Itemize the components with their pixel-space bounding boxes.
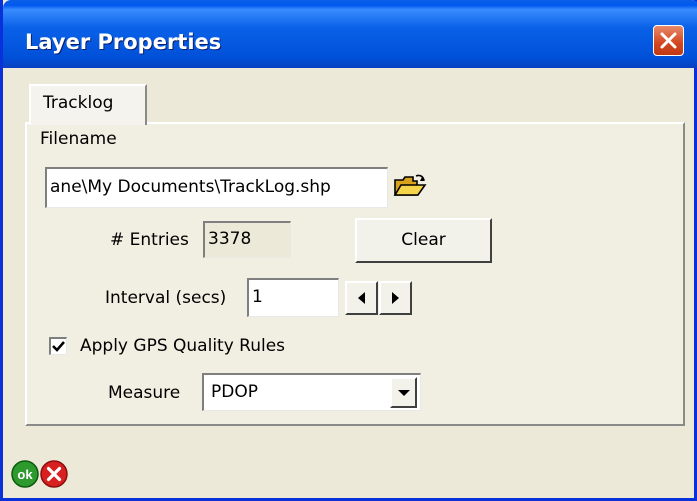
interval-input[interactable]: 1	[247, 278, 339, 317]
gps-rules-label: Apply GPS Quality Rules	[80, 336, 286, 356]
ok-button[interactable]: ok	[11, 460, 39, 488]
clear-button[interactable]: Clear	[355, 218, 492, 263]
cancel-icon	[40, 460, 68, 488]
ok-icon: ok	[11, 460, 39, 488]
entries-value: 3378	[203, 221, 291, 258]
interval-decrease-button[interactable]	[345, 281, 378, 315]
browse-button[interactable]	[392, 173, 428, 201]
gps-rules-checkbox[interactable]	[49, 337, 67, 355]
tab-tracklog-label: Tracklog	[43, 93, 114, 113]
checkmark-icon	[52, 341, 65, 352]
measure-dropdown[interactable]: PDOP	[202, 373, 421, 411]
measure-dropdown-button[interactable]	[390, 377, 417, 408]
measure-selected-value: PDOP	[211, 382, 258, 402]
ok-label: ok	[17, 467, 33, 482]
title-bar[interactable]: Layer Properties	[3, 0, 697, 68]
open-folder-icon	[393, 174, 427, 196]
chevron-down-icon	[398, 390, 410, 396]
layer-properties-window: Layer Properties Tracklog Filename ane\M…	[0, 0, 697, 501]
close-button[interactable]	[653, 25, 684, 56]
entries-label: # Entries	[110, 230, 189, 250]
close-icon	[660, 32, 677, 49]
arrow-left-icon	[358, 292, 365, 304]
interval-increase-button[interactable]	[379, 281, 412, 315]
measure-label: Measure	[108, 383, 181, 403]
arrow-right-icon	[392, 292, 399, 304]
window-title: Layer Properties	[25, 30, 222, 54]
cancel-button[interactable]	[40, 460, 68, 488]
tab-tracklog[interactable]: Tracklog	[29, 84, 147, 125]
interval-label: Interval (secs)	[105, 288, 227, 308]
filename-label: Filename	[40, 129, 117, 149]
filename-input[interactable]: ane\My Documents\TrackLog.shp	[45, 167, 388, 208]
